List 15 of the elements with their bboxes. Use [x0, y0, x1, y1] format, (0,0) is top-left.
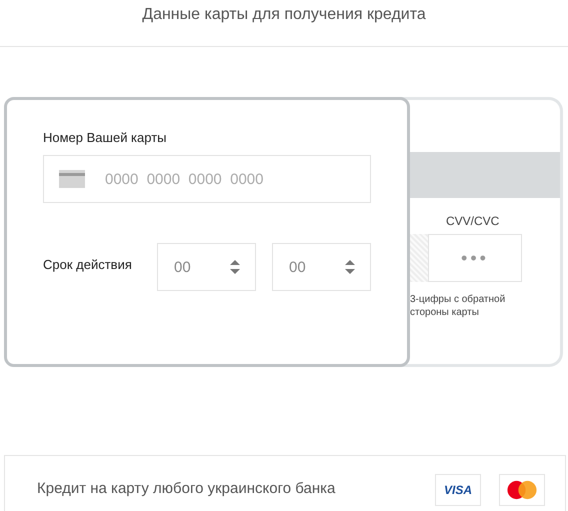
up-down-arrows-icon: [230, 260, 240, 274]
signature-strip: [410, 234, 428, 282]
card-number-label: Номер Вашей карты: [43, 130, 168, 145]
cvv-label: CVV/CVC: [446, 214, 500, 228]
up-down-arrows-icon: [345, 260, 355, 274]
cvv-hint: 3-цифры с обратной стороны карты: [410, 293, 506, 319]
expiry-select[interactable]: 00: [272, 243, 371, 291]
footer-text: Кредит на карту любого украинского банка: [37, 480, 336, 496]
page-title: Данные карты для получения кредита: [142, 6, 426, 24]
expiry-select[interactable]: 00: [157, 243, 256, 291]
card-number-field[interactable]: 0000 0000 0000 0000: [43, 155, 371, 203]
cvv-field[interactable]: •••: [428, 234, 522, 282]
visa-logo: VISA: [435, 474, 481, 506]
mastercard-logo: [499, 474, 545, 506]
expiry-label: Срок действия: [43, 256, 133, 272]
